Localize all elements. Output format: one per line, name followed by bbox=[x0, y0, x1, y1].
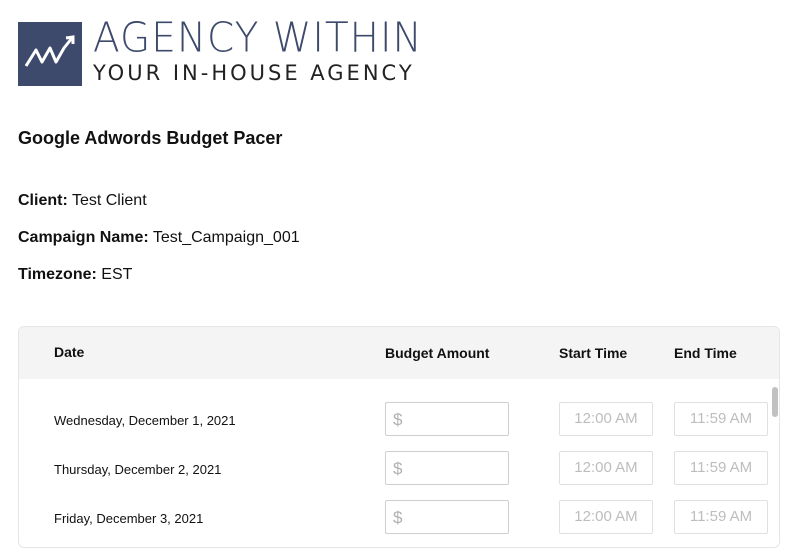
timezone-value: EST bbox=[101, 266, 133, 283]
row-date: Wednesday, December 1, 2021 bbox=[54, 413, 236, 428]
campaign-value: Test_Campaign_001 bbox=[152, 229, 300, 246]
start-time-input[interactable]: 12:00 AM bbox=[559, 402, 653, 436]
header-start-time: Start Time bbox=[559, 345, 628, 361]
header-end-time: End Time bbox=[674, 345, 737, 361]
budget-amount-input[interactable]: $ bbox=[385, 402, 510, 437]
budget-table: Date Budget Amount Start Time End Time W… bbox=[18, 326, 780, 548]
end-time-input[interactable]: 11:59 AM bbox=[674, 451, 768, 485]
dollar-icon: $ bbox=[393, 508, 403, 527]
campaign-info: Campaign Name: Test_Campaign_001 bbox=[18, 229, 300, 247]
timezone-label: Timezone: bbox=[18, 266, 97, 283]
campaign-label: Campaign Name: bbox=[18, 229, 149, 246]
table-row: Friday, December 3, 2021 $ 12:00 AM 11:5… bbox=[19, 500, 769, 547]
agency-logo: AGENCY WITHIN YOUR IN-HOUSE AGENCY bbox=[18, 17, 423, 86]
row-date: Friday, December 3, 2021 bbox=[54, 511, 204, 526]
budget-amount-input[interactable]: $ bbox=[385, 500, 510, 535]
page-title: Google Adwords Budget Pacer bbox=[18, 128, 283, 148]
header-date: Date bbox=[54, 344, 85, 360]
start-time-input[interactable]: 12:00 AM bbox=[559, 500, 653, 534]
timezone-info: Timezone: EST bbox=[18, 266, 132, 284]
budget-amount-field[interactable] bbox=[408, 403, 510, 437]
start-time-input[interactable]: 12:00 AM bbox=[559, 451, 653, 485]
end-time-input[interactable]: 11:59 AM bbox=[674, 402, 768, 436]
logo-title: AGENCY WITHIN bbox=[93, 14, 423, 63]
table-row: Thursday, December 2, 2021 $ 12:00 AM 11… bbox=[19, 451, 769, 500]
dollar-icon: $ bbox=[393, 459, 403, 478]
table-row: Wednesday, December 1, 2021 $ 12:00 AM 1… bbox=[19, 402, 769, 451]
client-value: Test Client bbox=[71, 192, 147, 209]
table-scrollbar[interactable] bbox=[772, 387, 778, 417]
header-budget: Budget Amount bbox=[385, 345, 490, 361]
client-info: Client: Test Client bbox=[18, 192, 147, 210]
table-header: Date Budget Amount Start Time End Time bbox=[19, 327, 779, 379]
logo-tagline: YOUR IN-HOUSE AGENCY bbox=[93, 61, 415, 85]
logo-mark-icon bbox=[18, 22, 82, 86]
budget-amount-input[interactable]: $ bbox=[385, 451, 510, 486]
client-label: Client: bbox=[18, 192, 68, 209]
budget-amount-field[interactable] bbox=[408, 452, 510, 486]
dollar-icon: $ bbox=[393, 410, 403, 429]
row-date: Thursday, December 2, 2021 bbox=[54, 462, 222, 477]
end-time-input[interactable]: 11:59 AM bbox=[674, 500, 768, 534]
